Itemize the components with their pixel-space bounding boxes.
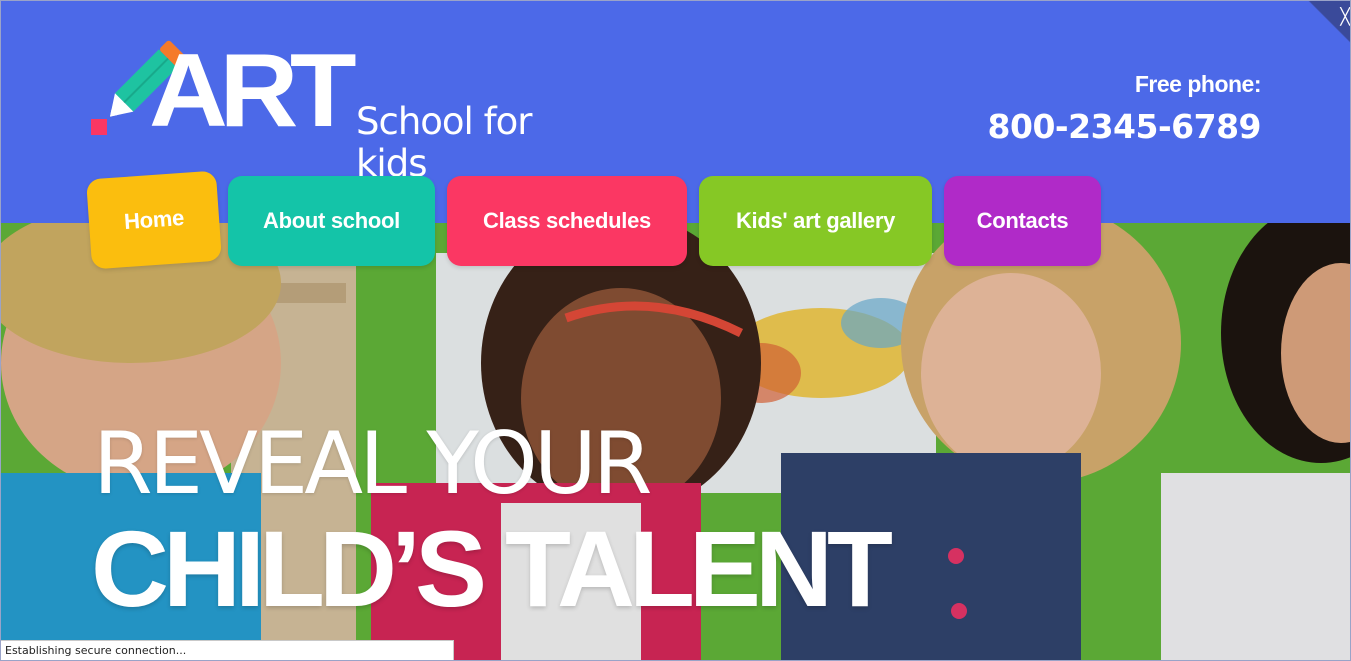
nav-class-schedules[interactable]: Class schedules (447, 176, 687, 266)
nav-about-school[interactable]: About school (228, 176, 435, 266)
nav-home[interactable]: Home (86, 170, 222, 270)
browser-viewport: ╳ ART School for kids Free phone: 800-23… (0, 0, 1351, 661)
hero-heading-line1: REVEAL YOUR (93, 414, 653, 514)
phone-number[interactable]: 800-2345-6789 (988, 107, 1262, 146)
logo-subtitle: School for kids (356, 100, 532, 185)
hero-heading-line2: CHILD’S TALENT (91, 508, 893, 629)
site-logo[interactable]: ART School for kids (89, 33, 609, 185)
nav-kids-art-gallery[interactable]: Kids' art gallery (699, 176, 932, 266)
browser-status-bar: Establishing secure connection... (1, 640, 454, 660)
phone-label: Free phone: (1134, 71, 1262, 97)
nav-contacts[interactable]: Contacts (944, 176, 1101, 266)
logo-text: ART (149, 33, 357, 149)
hero-banner: REVEAL YOUR CHILD’S TALENT (1, 223, 1350, 660)
close-icon[interactable]: ╳ (1340, 9, 1350, 25)
